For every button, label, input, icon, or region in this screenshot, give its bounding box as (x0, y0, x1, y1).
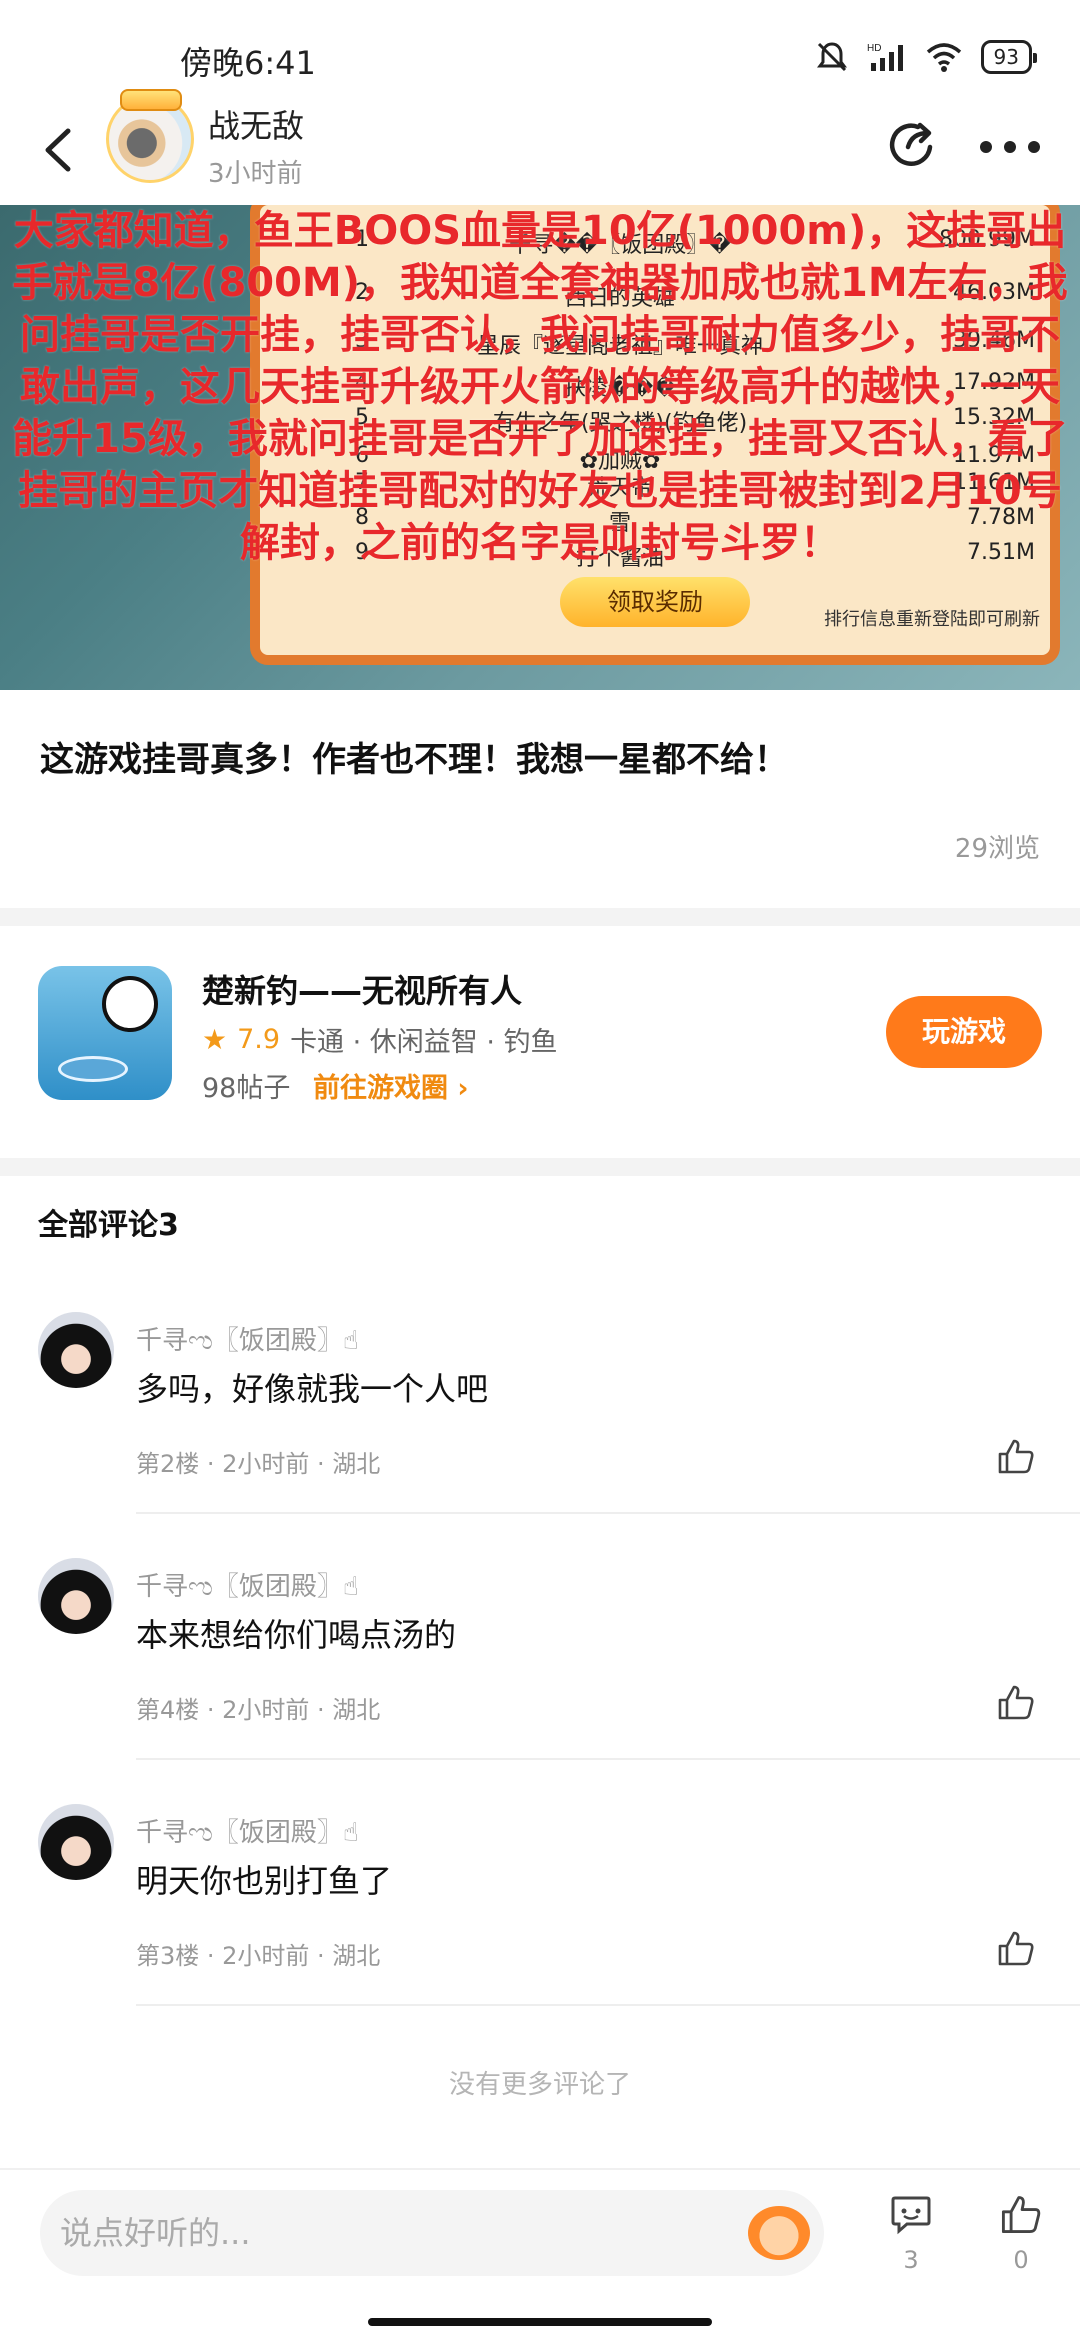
comment-count: 3 (903, 2246, 919, 2274)
game-meta: ★ 7.9 卡通 · 休闲益智 · 钓鱼 (202, 1020, 558, 1059)
like-count: 0 (1013, 2246, 1029, 2274)
svg-text:HD: HD (867, 43, 881, 54)
avatar-badge (120, 89, 182, 111)
post-title: 这游戏挂哥真多！作者也不理！我想一星都不给！ (40, 740, 788, 780)
thumbs-up-icon[interactable] (996, 1436, 1036, 1476)
commenter-name[interactable]: 千寻ಌ〖饭团殿〗☝ (136, 1320, 359, 1357)
comment-divider (136, 1512, 1080, 1514)
comment-meta: 第2楼 · 2小时前 · 湖北 (136, 1450, 381, 1478)
game-icon[interactable] (38, 966, 172, 1100)
comment-input[interactable]: 说点好听的... (40, 2190, 824, 2276)
status-time: 傍晚6:41 (180, 44, 316, 82)
thumbs-up-icon (1001, 2196, 1041, 2234)
comments-button[interactable]: 3 (880, 2192, 942, 2302)
bottom-bar: 说点好听的... 3 0 (0, 2168, 1080, 2340)
claim-reward-button: 领取奖励 (560, 577, 750, 627)
comment-text: 明天你也别打鱼了 (136, 1862, 393, 1900)
like-post-button[interactable]: 0 (990, 2192, 1052, 2302)
commenter-name[interactable]: 千寻ಌ〖饭团殿〗☝ (136, 1812, 359, 1849)
battery-icon: 93 (980, 40, 1038, 74)
author-name[interactable]: 战无敌 (208, 101, 304, 147)
mute-icon (816, 42, 847, 72)
goto-game-circle-label: 前往游戏圈 (312, 1073, 448, 1104)
more-dot (1028, 141, 1040, 153)
comment-item: 千寻ಌ〖饭团殿〗☝ 明天你也别打鱼了 第3楼 · 2小时前 · 湖北 (0, 1804, 1080, 2050)
fish-icon (58, 1056, 128, 1082)
game-rating: 7.9 (237, 1024, 281, 1055)
status-bar: 傍晚6:41 HD 93 (0, 0, 1080, 90)
comment-divider (136, 2004, 1080, 2006)
post-image[interactable]: 1 千寻��〖饭团殿〗� 800.99M 2 西日的英雄 46.03M 3 星辰… (0, 205, 1080, 690)
thumbs-up-icon[interactable] (996, 1928, 1036, 1968)
home-indicator[interactable] (368, 2318, 712, 2326)
play-game-button[interactable]: 玩游戏 (886, 996, 1042, 1068)
game-post-count: 98帖子 (202, 1073, 291, 1104)
share-icon[interactable] (884, 117, 940, 173)
comment-text: 本来想给你们喝点汤的 (136, 1616, 457, 1654)
commenter-avatar[interactable] (38, 1804, 114, 1880)
commenter-avatar[interactable] (38, 1312, 114, 1388)
status-icons: HD 93 (815, 40, 1038, 74)
goto-game-circle-link[interactable]: 前往游戏圈 › (313, 1073, 469, 1104)
section-divider (0, 1158, 1080, 1176)
comments-heading: 全部评论3 (38, 1208, 179, 1243)
comment-divider (136, 1758, 1080, 1760)
no-more-comments: 没有更多评论了 (448, 2070, 631, 2100)
commenter-avatar[interactable] (38, 1558, 114, 1634)
overlay-text: 大家都知道，鱼王BOOS血量是10亿(1000m)，这挂哥出手就是8亿(800M… (12, 208, 1068, 566)
more-dot (1004, 141, 1016, 153)
thumbs-up-icon[interactable] (996, 1682, 1036, 1722)
mascot-emoji-icon[interactable] (748, 2206, 810, 2260)
panda-icon (102, 976, 158, 1032)
back-icon[interactable] (38, 125, 78, 175)
comment-item: 千寻ಌ〖饭团殿〗☝ 多吗，好像就我一个人吧 第2楼 · 2小时前 · 湖北 (0, 1312, 1080, 1558)
comment-text: 多吗，好像就我一个人吧 (136, 1370, 489, 1408)
post-header: 战无敌 3小时前 (0, 89, 1080, 205)
chevron-right-icon: › (457, 1073, 469, 1104)
signal-icon: HD (867, 43, 903, 71)
refresh-note: 排行信息重新登陆即可刷新 (824, 609, 1040, 630)
comment-item: 千寻ಌ〖饭团殿〗☝ 本来想给你们喝点汤的 第4楼 · 2小时前 · 湖北 (0, 1558, 1080, 1804)
wifi-icon (926, 43, 961, 72)
more-dot (980, 141, 992, 153)
game-name[interactable]: 楚新钓——无视所有人 (202, 966, 522, 1012)
comment-meta: 第4楼 · 2小时前 · 湖北 (136, 1696, 381, 1724)
game-stats: 98帖子 前往游戏圈 › (202, 1066, 469, 1105)
view-count: 29浏览 (954, 834, 1040, 864)
post-time: 3小时前 (208, 159, 303, 189)
more-icon[interactable] (980, 141, 1040, 155)
commenter-name[interactable]: 千寻ಌ〖饭团殿〗☝ (136, 1566, 359, 1603)
section-divider (0, 908, 1080, 926)
star-icon: ★ (202, 1023, 228, 1056)
game-tags: 卡通 · 休闲益智 · 钓鱼 (290, 1027, 558, 1058)
comment-meta: 第3楼 · 2小时前 · 湖北 (136, 1942, 381, 1970)
comment-bubble-icon (891, 2196, 931, 2235)
